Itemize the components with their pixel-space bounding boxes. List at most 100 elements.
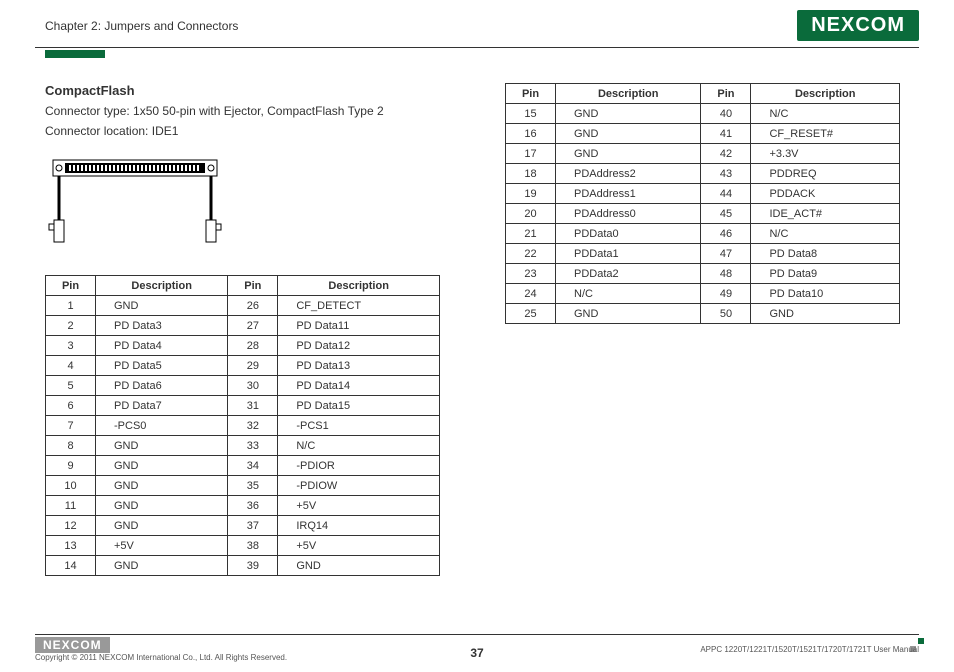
table-row: 13+5V38+5V [46,536,440,556]
desc-cell: GND [96,436,228,456]
pin-cell: 29 [228,356,278,376]
pin-cell: 18 [506,164,556,184]
desc-cell: PD Data9 [751,264,900,284]
desc-cell: PDDREQ [751,164,900,184]
pin-cell: 30 [228,376,278,396]
pin-cell: 45 [701,204,751,224]
table-row: 1GND26CF_DETECT [46,296,440,316]
pin-cell: 33 [228,436,278,456]
table-row: 16GND41CF_RESET# [506,124,900,144]
pin-cell: 46 [701,224,751,244]
table-row: 18PDAddress243PDDREQ [506,164,900,184]
desc-cell: GND [96,516,228,536]
pin-cell: 49 [701,284,751,304]
accent-bar [45,50,105,58]
pin-cell: 11 [46,496,96,516]
pin-cell: 47 [701,244,751,264]
desc-cell: -PDIOW [278,476,440,496]
table-header: Pin [701,84,751,104]
table-header: Description [278,276,440,296]
desc-cell: +5V [278,496,440,516]
table-row: 24N/C49PD Data10 [506,284,900,304]
pin-cell: 24 [506,284,556,304]
table-header: Description [96,276,228,296]
pin-cell: 16 [506,124,556,144]
manual-title: APPC 1220T/1221T/1520T/1521T/1720T/1721T… [700,645,919,654]
pin-cell: 38 [228,536,278,556]
desc-cell: PDData1 [556,244,701,264]
pin-cell: 20 [506,204,556,224]
pin-cell: 40 [701,104,751,124]
desc-cell: PD Data7 [96,396,228,416]
table-row: 21PDData046N/C [506,224,900,244]
desc-cell: CF_RESET# [751,124,900,144]
pin-cell: 26 [228,296,278,316]
table-header: Pin [46,276,96,296]
desc-cell: PD Data6 [96,376,228,396]
desc-cell: PD Data5 [96,356,228,376]
table-row: 8GND33N/C [46,436,440,456]
pin-cell: 42 [701,144,751,164]
desc-cell: PDAddress2 [556,164,701,184]
pin-cell: 41 [701,124,751,144]
pin-cell: 32 [228,416,278,436]
pin-cell: 13 [46,536,96,556]
pin-cell: 19 [506,184,556,204]
pin-cell: 37 [228,516,278,536]
pin-cell: 12 [46,516,96,536]
table-row: 20PDAddress045IDE_ACT# [506,204,900,224]
pin-cell: 9 [46,456,96,476]
desc-cell: IDE_ACT# [751,204,900,224]
pin-cell: 25 [506,304,556,324]
table-row: 22PDData147PD Data8 [506,244,900,264]
pin-cell: 27 [228,316,278,336]
desc-cell: GND [96,296,228,316]
pin-cell: 31 [228,396,278,416]
desc-cell: PD Data8 [751,244,900,264]
desc-cell: GND [556,304,701,324]
pin-cell: 14 [46,556,96,576]
pin-cell: 44 [701,184,751,204]
table-row: 15GND40N/C [506,104,900,124]
table-row: 7-PCS032-PCS1 [46,416,440,436]
copyright-text: Copyright © 2011 NEXCOM International Co… [35,653,287,662]
desc-cell: GND [96,496,228,516]
desc-cell: IRQ14 [278,516,440,536]
pin-cell: 39 [228,556,278,576]
desc-cell: -PCS1 [278,416,440,436]
desc-cell: -PCS0 [96,416,228,436]
desc-cell: PDData2 [556,264,701,284]
desc-cell: GND [96,476,228,496]
desc-cell: PDAddress1 [556,184,701,204]
pin-cell: 43 [701,164,751,184]
pin-cell: 6 [46,396,96,416]
pin-cell: 34 [228,456,278,476]
pin-cell: 4 [46,356,96,376]
table-row: 5PD Data630PD Data14 [46,376,440,396]
desc-cell: PD Data4 [96,336,228,356]
pin-cell: 23 [506,264,556,284]
table-row: 4PD Data529PD Data13 [46,356,440,376]
table-row: 11GND36+5V [46,496,440,516]
desc-cell: GND [278,556,440,576]
desc-cell: +5V [278,536,440,556]
pin-cell: 36 [228,496,278,516]
pinout-table-2: PinDescriptionPinDescription 15GND40N/C1… [505,83,900,324]
desc-cell: -PDIOR [278,456,440,476]
pin-cell: 28 [228,336,278,356]
connector-location: Connector location: IDE1 [45,122,440,140]
pin-cell: 2 [46,316,96,336]
pinout-table-1: PinDescriptionPinDescription 1GND26CF_DE… [45,275,440,576]
table-row: 14GND39GND [46,556,440,576]
table-header: Pin [506,84,556,104]
chapter-label: Chapter 2: Jumpers and Connectors [45,19,238,33]
desc-cell: PDData0 [556,224,701,244]
pin-cell: 8 [46,436,96,456]
table-row: 17GND42+3.3V [506,144,900,164]
table-row: 9GND34-PDIOR [46,456,440,476]
pin-cell: 5 [46,376,96,396]
footer-logo: NEXCOM [35,637,110,653]
desc-cell: PD Data3 [96,316,228,336]
table-header: Pin [228,276,278,296]
desc-cell: PD Data11 [278,316,440,336]
